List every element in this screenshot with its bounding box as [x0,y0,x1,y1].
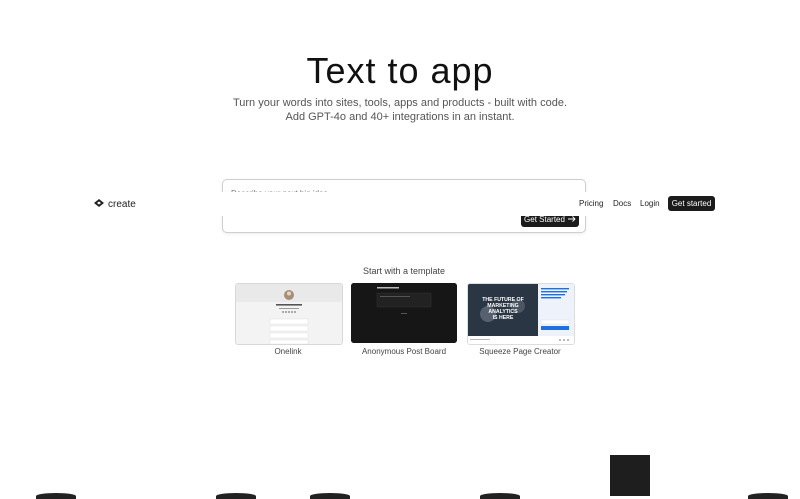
template-caption-anonymous-post-board: Anonymous Post Board [361,347,447,356]
nav-link-login[interactable]: Login [640,199,660,208]
bottom-shape [310,493,350,499]
hero-subtitle-line2: Add GPT-4o and 40+ integrations in an in… [285,111,515,123]
bottom-shape [480,493,520,499]
onelink-preview [236,284,342,344]
bottom-shape [748,493,788,499]
submit-label: Get Started [524,215,565,224]
template-card-squeeze-page-creator[interactable]: THE FUTURE OF MARKETING ANALYTICS IS HER… [467,283,575,345]
hero-subtitle-line1: Turn your words into sites, tools, apps … [232,97,568,109]
template-card-onelink[interactable] [235,283,343,345]
templates-heading: Start with a template [362,266,446,276]
nav-link-pricing[interactable]: Pricing [579,199,603,208]
post-board-preview [351,283,457,343]
template-card-anonymous-post-board[interactable] [351,283,457,343]
create-logo-icon [93,198,105,211]
logo-text: create [108,199,136,210]
bottom-dark-block [610,455,650,496]
squeeze-page-preview: THE FUTURE OF MARKETING ANALYTICS IS HER… [468,284,574,344]
hero-title: Text to app [306,50,494,91]
bottom-shape [36,493,76,499]
arrow-right-icon [567,215,576,224]
bottom-shape [216,493,256,499]
logo[interactable]: create [93,198,136,211]
template-caption-onelink: Onelink [274,347,302,356]
template-caption-squeeze-page-creator: Squeeze Page Creator [479,347,561,356]
svg-text:IS HERE: IS HERE [493,315,514,321]
navbar: create Pricing Docs Login Get started [0,192,800,216]
get-started-button[interactable]: Get started [668,196,715,211]
nav-link-docs[interactable]: Docs [613,199,631,208]
